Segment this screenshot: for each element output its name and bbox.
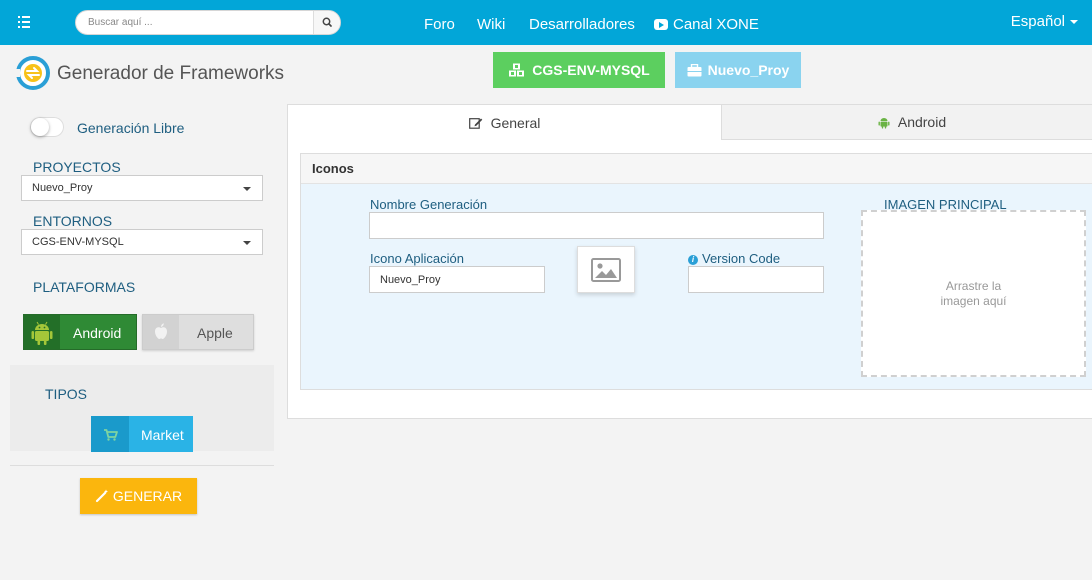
magic-wand-icon	[95, 489, 108, 503]
drop-zone-text-line2: imagen aquí	[940, 294, 1007, 308]
platform-android-label: Android	[73, 325, 122, 341]
shopping-cart-icon	[104, 429, 118, 441]
proyectos-select[interactable]: Nuevo_Proy	[21, 175, 263, 201]
edit-icon	[468, 117, 482, 129]
briefcase-icon	[687, 63, 702, 76]
icon-image-picker[interactable]	[577, 246, 635, 293]
project-button[interactable]: Nuevo_Proy	[675, 52, 801, 88]
version-code-label-wrap: i Version Code	[688, 251, 780, 266]
generacion-libre-toggle[interactable]	[30, 117, 64, 137]
search-input[interactable]	[76, 11, 314, 34]
toggle-knob	[31, 118, 49, 136]
environment-button[interactable]: CGS-ENV-MYSQL	[493, 52, 665, 88]
generate-button-label: GENERAR	[112, 488, 183, 504]
drop-zone-text: Arrastre la imagen aquí	[863, 279, 1084, 309]
menu-icon[interactable]	[18, 14, 36, 30]
drop-zone-text-line1: Arrastre la	[945, 279, 1002, 293]
platform-apple-label: Apple	[197, 325, 233, 341]
search-button[interactable]	[313, 11, 340, 34]
search-icon	[322, 17, 332, 27]
android-icon	[878, 117, 890, 129]
proyectos-label: PROYECTOS	[33, 159, 121, 175]
market-button-label: Market	[141, 427, 184, 443]
tab-general[interactable]: General	[288, 105, 722, 140]
apple-icon	[155, 323, 167, 339]
apple-icon-box	[143, 315, 179, 349]
cart-icon-box	[91, 416, 129, 452]
android-icon	[31, 321, 53, 345]
nav-link-desarrolladores[interactable]: Desarrolladores	[529, 16, 635, 33]
nav-link-wiki[interactable]: Wiki	[477, 16, 505, 33]
chevron-down-icon	[243, 187, 251, 191]
platform-android-button[interactable]: Android	[23, 314, 137, 350]
tab-android[interactable]: Android	[722, 105, 1092, 140]
sidebar-divider	[10, 465, 274, 466]
youtube-icon	[654, 19, 668, 30]
android-icon-box	[24, 315, 60, 349]
icono-aplicacion-input[interactable]	[369, 266, 545, 293]
image-icon	[591, 257, 621, 282]
platform-apple-button[interactable]: Apple	[142, 314, 254, 350]
nav-link-canal-xone-label: Canal XONE	[673, 16, 759, 33]
generate-button[interactable]: GENERAR	[80, 478, 197, 514]
image-drop-zone[interactable]: Arrastre la imagen aquí	[861, 210, 1086, 377]
nombre-generacion-input[interactable]	[369, 212, 824, 239]
tipos-label: TIPOS	[45, 386, 88, 402]
entornos-select[interactable]: CGS-ENV-MYSQL	[21, 229, 263, 255]
icono-aplicacion-label: Icono Aplicación	[370, 251, 464, 266]
iconos-panel-header	[301, 154, 1092, 184]
market-button[interactable]: Market	[91, 416, 193, 452]
proyectos-selected-value: Nuevo_Proy	[32, 182, 93, 194]
tab-general-label: General	[490, 114, 541, 131]
nav-link-foro[interactable]: Foro	[424, 16, 455, 33]
app-title: Generador de Frameworks	[57, 63, 285, 84]
environment-button-label: CGS-ENV-MYSQL	[532, 62, 650, 78]
plataformas-label: PLATAFORMAS	[33, 279, 136, 295]
search-box	[75, 10, 341, 35]
language-label: Español	[1010, 13, 1065, 30]
project-button-label: Nuevo_Proy	[707, 62, 790, 78]
caret-down-icon	[1070, 20, 1078, 25]
version-code-label: Version Code	[702, 251, 781, 266]
entornos-label: ENTORNOS	[33, 213, 113, 229]
entornos-selected-value: CGS-ENV-MYSQL	[32, 236, 124, 248]
generacion-libre-label: Generación Libre	[77, 120, 185, 136]
nav-link-canal-xone[interactable]: Canal XONE	[654, 16, 759, 33]
info-icon: i	[688, 255, 698, 265]
top-navbar: Foro Wiki Desarrolladores Canal XONE Esp…	[0, 0, 1092, 45]
nombre-generacion-label: Nombre Generación	[370, 197, 488, 212]
language-dropdown[interactable]: Español	[1011, 13, 1078, 30]
cubes-icon	[509, 63, 525, 77]
tab-android-label: Android	[897, 114, 947, 130]
iconos-panel-title: Iconos	[312, 161, 354, 176]
chevron-down-icon	[243, 241, 251, 245]
version-code-input[interactable]	[688, 266, 824, 293]
app-logo	[14, 56, 50, 90]
